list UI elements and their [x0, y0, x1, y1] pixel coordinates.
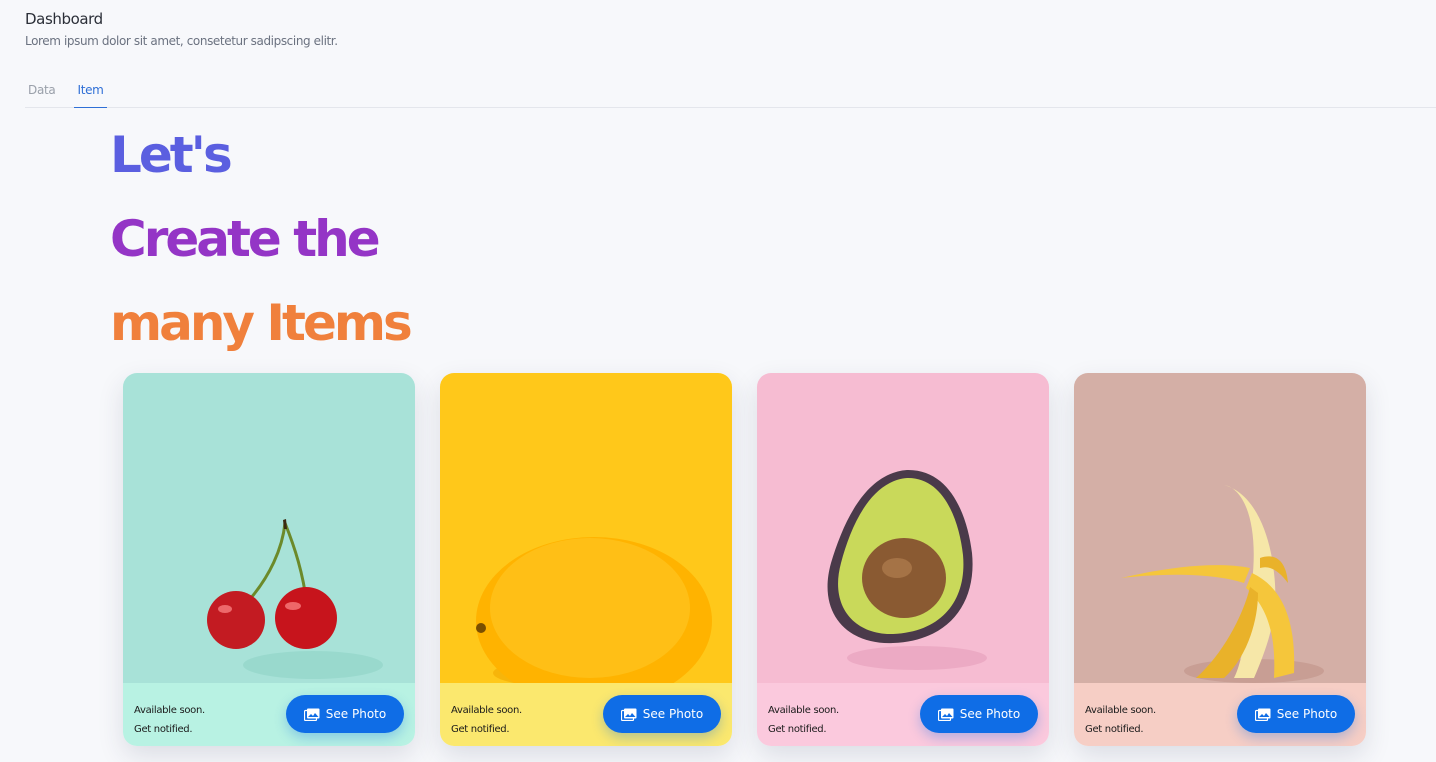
item-cards: Available soon. Get notified. See Photo	[123, 373, 1366, 746]
availability-line-1: Available soon.	[134, 705, 205, 716]
banana-photo	[1074, 373, 1366, 683]
item-card-lemon: Available soon. Get notified. See Photo	[440, 373, 732, 746]
lemon-photo	[440, 373, 732, 683]
photo-gallery-icon	[620, 708, 637, 721]
see-photo-button[interactable]: See Photo	[1237, 695, 1355, 733]
photo-gallery-icon	[937, 708, 954, 721]
availability-text: Available soon. Get notified.	[1085, 701, 1156, 739]
cherries-photo	[123, 373, 415, 683]
tab-item[interactable]: Item	[74, 82, 107, 108]
item-card-banana: Available soon. Get notified. See Photo	[1074, 373, 1366, 746]
availability-text: Available soon. Get notified.	[134, 701, 205, 739]
page-header: Dashboard Lorem ipsum dolor sit amet, co…	[25, 10, 338, 48]
availability-line-2: Get notified.	[451, 724, 510, 735]
card-footer: Available soon. Get notified. See Photo	[1074, 683, 1366, 746]
avocado-photo	[757, 373, 1049, 683]
item-card-avocado: Available soon. Get notified. See Photo	[757, 373, 1049, 746]
availability-line-2: Get notified.	[768, 724, 827, 735]
photo-gallery-icon	[303, 708, 320, 721]
page-title: Dashboard	[25, 10, 103, 28]
item-card-cherries: Available soon. Get notified. See Photo	[123, 373, 415, 746]
tab-data[interactable]: Data	[25, 82, 58, 108]
see-photo-label: See Photo	[1276, 707, 1338, 721]
availability-line-2: Get notified.	[134, 724, 193, 735]
see-photo-button[interactable]: See Photo	[286, 695, 404, 733]
see-photo-label: See Photo	[642, 707, 704, 721]
availability-line-2: Get notified.	[1085, 724, 1144, 735]
page-subtitle: Lorem ipsum dolor sit amet, consetetur s…	[25, 34, 338, 48]
headline-line-2: Create the	[110, 210, 381, 268]
photo-gallery-icon	[1254, 708, 1271, 721]
availability-line-1: Available soon.	[768, 705, 839, 716]
see-photo-button[interactable]: See Photo	[603, 695, 721, 733]
headline-line-1: Let's	[110, 126, 233, 184]
card-footer: Available soon. Get notified. See Photo	[757, 683, 1049, 746]
card-footer: Available soon. Get notified. See Photo	[123, 683, 415, 746]
hero-headline: Let's Create the many Items	[110, 122, 413, 374]
availability-text: Available soon. Get notified.	[451, 701, 522, 739]
page: Dashboard Lorem ipsum dolor sit amet, co…	[0, 0, 1436, 762]
tab-bar: Data Item	[25, 82, 1436, 108]
see-photo-label: See Photo	[325, 707, 387, 721]
availability-text: Available soon. Get notified.	[768, 701, 839, 739]
availability-line-1: Available soon.	[451, 705, 522, 716]
see-photo-button[interactable]: See Photo	[920, 695, 1038, 733]
see-photo-label: See Photo	[959, 707, 1021, 721]
availability-line-1: Available soon.	[1085, 705, 1156, 716]
card-footer: Available soon. Get notified. See Photo	[440, 683, 732, 746]
headline-line-3: many Items	[110, 294, 413, 352]
